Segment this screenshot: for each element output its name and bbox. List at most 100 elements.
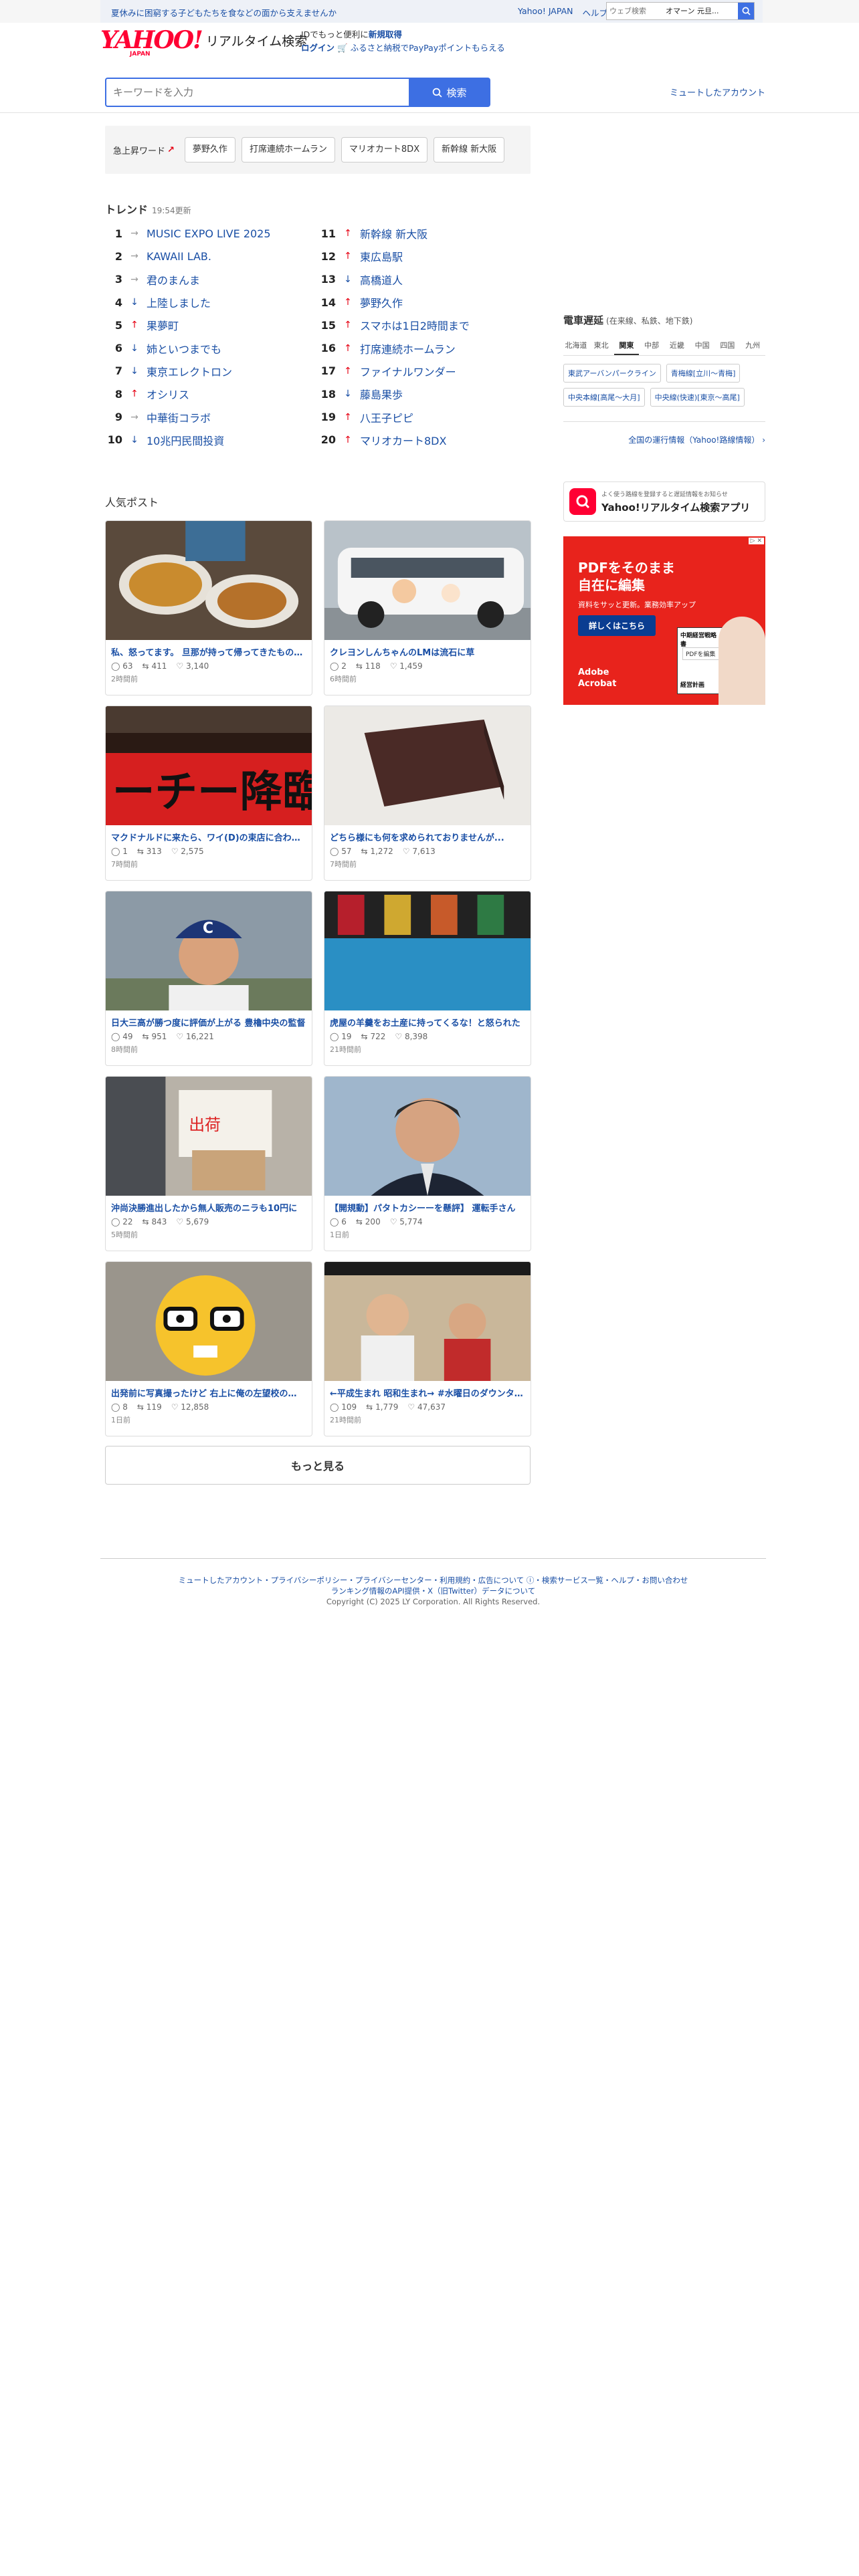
trend-item[interactable]: 15 ↑ スマホは1日2時間まで <box>318 314 526 336</box>
post-image[interactable] <box>324 1262 531 1381</box>
post-image[interactable]: 出荷 <box>106 1077 312 1196</box>
trend-item[interactable]: 1 → MUSIC EXPO LIVE 2025 <box>105 222 312 245</box>
all-train-info-link[interactable]: 全国の運行情報（Yahoo!路線情報） › <box>563 421 765 445</box>
post-card[interactable]: C 日大三高が勝つ度に評価が上がる 豊櫓中央の監督 ◯ 49 ⇆ 951 ♡ 16,22… <box>105 891 312 1066</box>
campaign-link[interactable]: 夏休みに困窮する子どもたちを食などの面から支えませんか <box>111 6 337 19</box>
post-title[interactable]: 沖尚決勝進出したから無人販売のニラも10円に <box>106 1196 312 1214</box>
trend-name[interactable]: マリオカート8DX <box>360 432 446 448</box>
web-search-button[interactable] <box>738 3 754 19</box>
ad-cta-button[interactable]: 詳しくはこちら <box>578 615 656 636</box>
region-tab[interactable]: 近畿 <box>664 336 690 355</box>
trend-name[interactable]: 中華街コラボ <box>147 409 211 425</box>
trend-item[interactable]: 3 → 君のまんま <box>105 268 312 291</box>
post-image[interactable] <box>106 1262 312 1381</box>
trend-name[interactable]: 君のまんま <box>147 272 200 288</box>
post-card[interactable]: 出発前に写真撮ったけど 右上に俺の左望校の… ◯ 8 ⇆ 119 ♡ 12,858 1日… <box>105 1261 312 1436</box>
post-title[interactable]: 【開規動】パタトカシーーを懸評】 運転手さん <box>324 1196 531 1214</box>
post-card[interactable]: クレヨンしんちゃんのLMは流石に草 ◯ 2 ⇆ 118 ♡ 1,459 6時間前 <box>324 520 531 695</box>
trend-item[interactable]: 8 ↑ オシリス <box>105 383 312 405</box>
region-tab[interactable]: 中部 <box>639 336 664 355</box>
delayed-line[interactable]: 青梅線[立川〜青梅] <box>666 364 741 383</box>
trend-name[interactable]: ファイナルワンダー <box>360 363 456 379</box>
muted-accounts-link[interactable]: ミュートしたアカウント <box>670 86 765 98</box>
post-title[interactable]: マクドナルドに来たら、ワイ(D)の束店に合わせて <box>106 825 312 843</box>
search-input[interactable] <box>105 78 409 107</box>
trend-name[interactable]: MUSIC EXPO LIVE 2025 <box>147 227 271 240</box>
post-title[interactable]: 私、怒ってます。 旦那が持って帰ってきたものです <box>106 640 312 658</box>
promo-link[interactable]: ふるさと納税でPayPayポイントもらえる <box>351 43 505 53</box>
post-image[interactable]: C <box>106 891 312 1012</box>
post-title[interactable]: 日大三高が勝つ度に評価が上がる 豊櫓中央の監督 <box>106 1010 312 1029</box>
post-title[interactable]: 出発前に写真撮ったけど 右上に俺の左望校の… <box>106 1381 312 1399</box>
trend-name[interactable]: 八王子ピピ <box>360 409 413 425</box>
trend-name[interactable]: 果夢町 <box>147 317 179 333</box>
logo[interactable]: YAHOO! JAPAN リアルタイム検索 <box>100 28 307 58</box>
post-card[interactable]: 【開規動】パタトカシーーを懸評】 運転手さん ◯ 6 ⇆ 200 ♡ 5,774 1日前 <box>324 1076 531 1251</box>
help-link[interactable]: ヘルプ <box>582 6 607 19</box>
login-link[interactable]: ログイン <box>301 43 335 53</box>
yahoo-japan-link[interactable]: Yahoo! JAPAN <box>518 6 573 19</box>
hot-word-chip[interactable]: 新幹線 新大阪 <box>434 137 505 163</box>
trend-name[interactable]: KAWAII LAB. <box>147 250 211 263</box>
trend-item[interactable]: 5 ↑ 果夢町 <box>105 314 312 336</box>
hot-word-chip[interactable]: 打席連続ホームラン <box>241 137 335 163</box>
post-image[interactable] <box>106 521 312 640</box>
footer-api-links[interactable]: ランキング情報のAPI提供・X（旧Twitter）データについて <box>100 1586 766 1596</box>
trend-name[interactable]: 東広島駅 <box>360 248 403 264</box>
delayed-line[interactable]: 東武アーバンパークライン <box>563 364 661 383</box>
region-tab[interactable]: 四国 <box>715 336 741 355</box>
post-title[interactable]: どちら様にも何を求められておりませんが... <box>324 825 531 843</box>
trend-item[interactable]: 12 ↑ 東広島駅 <box>318 245 526 267</box>
trend-item[interactable]: 4 ↓ 上陸しました <box>105 291 312 314</box>
hot-word-chip[interactable]: 夢野久作 <box>184 137 235 163</box>
post-title[interactable]: ←平成生まれ 昭和生まれ→ #水曜日のダウンタウン <box>324 1381 531 1399</box>
region-tab[interactable]: 北海道 <box>563 336 589 355</box>
trend-name[interactable]: 高橋道人 <box>360 272 403 288</box>
post-card[interactable]: ←平成生まれ 昭和生まれ→ #水曜日のダウンタウン ◯ 109 ⇆ 1,779 ♡ 4… <box>324 1261 531 1436</box>
post-card[interactable]: どちら様にも何を求められておりませんが... ◯ 57 ⇆ 1,272 ♡ 7,613… <box>324 706 531 881</box>
delayed-line[interactable]: 中央本線[高尾〜大月] <box>563 388 645 407</box>
post-card[interactable]: 私、怒ってます。 旦那が持って帰ってきたものです ◯ 63 ⇆ 411 ♡ 3,140… <box>105 520 312 695</box>
region-tab[interactable]: 東北 <box>589 336 614 355</box>
trend-item[interactable]: 9 → 中華街コラボ <box>105 405 312 428</box>
trend-item[interactable]: 16 ↑ 打席連続ホームラン <box>318 336 526 359</box>
ad-banner[interactable]: ▷ ✕ PDFをそのまま 自在に編集 資料をサッと更新。業務効率アップ 詳しくはこ… <box>563 536 765 705</box>
trend-item[interactable]: 17 ↑ ファイナルワンダー <box>318 360 526 383</box>
search-button[interactable]: 検索 <box>409 78 490 107</box>
trend-name[interactable]: 藤島果歩 <box>360 386 403 402</box>
post-title[interactable]: 虎屋の羊羹をお土産に持ってくるな！と怒られた <box>324 1010 531 1029</box>
trend-name[interactable]: 姉といつまでも <box>147 340 221 356</box>
web-search-input[interactable] <box>607 3 666 19</box>
trend-item[interactable]: 10 ↓ 10兆円民間投資 <box>105 429 312 451</box>
region-tab[interactable]: 九州 <box>740 336 765 355</box>
region-tab[interactable]: 関東 <box>613 336 640 355</box>
delayed-line[interactable]: 中央線(快速)[東京〜高尾] <box>650 388 745 407</box>
trend-name[interactable]: 夢野久作 <box>360 294 403 310</box>
more-button[interactable]: もっと見る <box>105 1446 531 1485</box>
trend-item[interactable]: 11 ↑ 新幹線 新大阪 <box>318 222 526 245</box>
trend-item[interactable]: 6 ↓ 姉といつまでも <box>105 336 312 359</box>
trend-name[interactable]: 10兆円民間投資 <box>147 432 224 448</box>
post-image[interactable] <box>324 706 531 825</box>
trend-name[interactable]: 東京エレクトロン <box>147 363 232 379</box>
trend-name[interactable]: オシリス <box>147 386 189 402</box>
post-image[interactable] <box>324 521 531 640</box>
trend-item[interactable]: 13 ↓ 高橋道人 <box>318 268 526 291</box>
trend-item[interactable]: 14 ↑ 夢野久作 <box>318 291 526 314</box>
post-card[interactable]: 出荷 沖尚決勝進出したから無人販売のニラも10円に ◯ 22 ⇆ 843 ♡ 5,679… <box>105 1076 312 1251</box>
app-banner[interactable]: よく使う路線を登録すると遅延情報をお知らせ Yahoo!リアルタイム検索アプリ <box>563 481 765 522</box>
region-tab[interactable]: 中国 <box>690 336 715 355</box>
trend-name[interactable]: 新幹線 新大阪 <box>360 225 427 241</box>
footer-links[interactable]: ミュートしたアカウント・プライバシーポリシー・プライバシーセンター・利用規約・広… <box>100 1575 766 1586</box>
ad-close-icon[interactable]: ▷ ✕ <box>748 538 764 544</box>
hot-word-chip[interactable]: マリオカート8DX <box>341 137 428 163</box>
signup-link[interactable]: 新規取得 <box>369 29 402 39</box>
trend-item[interactable]: 20 ↑ マリオカート8DX <box>318 429 526 451</box>
trend-name[interactable]: 打席連続ホームラン <box>360 340 456 356</box>
trend-item[interactable]: 19 ↑ 八王子ピピ <box>318 405 526 428</box>
trend-name[interactable]: 上陸しました <box>147 294 211 310</box>
trend-item[interactable]: 2 → KAWAII LAB. <box>105 245 312 267</box>
post-title[interactable]: クレヨンしんちゃんのLMは流石に草 <box>324 640 531 658</box>
post-card[interactable]: ーチー降臨 マクドナルドに来たら、ワイ(D)の束店に合わせて ◯ 1 ⇆ 313 ♡ 2… <box>105 706 312 881</box>
trend-item[interactable]: 7 ↓ 東京エレクトロン <box>105 360 312 383</box>
